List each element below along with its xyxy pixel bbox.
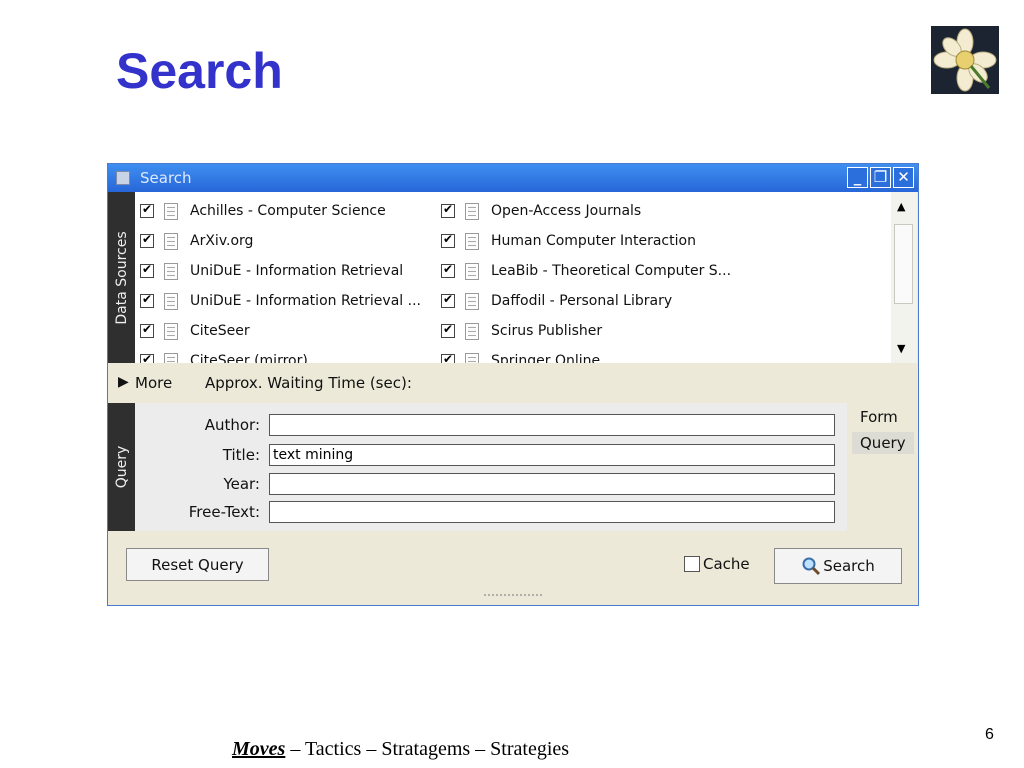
document-icon	[465, 262, 479, 280]
year-field[interactable]	[269, 473, 835, 495]
tab-form[interactable]: Form	[852, 406, 906, 428]
checkbox-icon[interactable]	[441, 352, 455, 363]
magnifier-icon	[802, 557, 821, 576]
document-icon	[164, 202, 178, 220]
data-source-item[interactable]: Daffodil - Personal Library	[441, 289, 672, 313]
footer-rest: – Tactics – Stratagems – Strategies	[285, 738, 570, 760]
author-label: Author:	[204, 416, 260, 434]
cache-checkbox[interactable]	[684, 556, 700, 572]
reset-query-button[interactable]: Reset Query	[126, 548, 269, 581]
data-source-item[interactable]: Open-Access Journals	[441, 199, 641, 223]
resize-grip[interactable]	[484, 594, 542, 599]
data-sources-sidebar: Data Sources	[108, 192, 135, 363]
data-source-label: LeaBib - Theoretical Computer S...	[491, 263, 732, 279]
data-source-label: UniDuE - Information Retrieval	[190, 263, 404, 279]
free-text-field[interactable]	[269, 501, 835, 523]
search-button[interactable]: Search	[774, 548, 902, 584]
data-source-label: Springer Online	[491, 353, 601, 363]
data-source-label: CiteSeer (mirror)	[190, 353, 308, 363]
title-label: Title:	[222, 446, 260, 464]
footer: Moves – Tactics – Stratagems – Strategie…	[232, 738, 569, 761]
data-sources-label: Data Sources	[113, 230, 130, 325]
year-label: Year:	[223, 475, 260, 493]
data-source-item[interactable]: UniDuE - Information Retrieval ...	[140, 289, 421, 313]
checkbox-icon[interactable]	[140, 352, 154, 363]
data-source-item[interactable]: CiteSeer	[140, 319, 250, 343]
document-icon	[465, 322, 479, 340]
data-sources-list: Achilles - Computer Science ArXiv.org UniD…	[135, 192, 891, 363]
data-source-label: Daffodil - Personal Library	[491, 293, 673, 309]
query-form: Author: Title: Year: Free-Text:	[135, 403, 847, 531]
checkbox-icon[interactable]	[441, 292, 455, 308]
checkbox-icon[interactable]	[140, 322, 154, 338]
minimize-button[interactable]: _	[847, 167, 868, 188]
document-icon	[164, 322, 178, 340]
more-bar: ▶ More Approx. Waiting Time (sec):	[108, 363, 918, 403]
checkbox-icon[interactable]	[441, 262, 455, 278]
checkbox-icon[interactable]	[140, 202, 154, 218]
window-title: Search	[140, 169, 192, 187]
checkbox-icon[interactable]	[441, 232, 455, 248]
document-icon	[465, 232, 479, 250]
document-icon	[164, 352, 178, 363]
window-titlebar[interactable]: Search _ ❐ ✕	[108, 164, 918, 192]
checkbox-icon[interactable]	[140, 292, 154, 308]
waiting-time-label: Approx. Waiting Time (sec):	[205, 374, 412, 392]
more-toggle[interactable]: More	[135, 374, 172, 392]
document-icon	[164, 232, 178, 250]
data-source-item[interactable]: CiteSeer (mirror)	[140, 349, 308, 363]
scroll-up-icon[interactable]: ▲	[897, 200, 905, 213]
query-sidebar: Query	[108, 403, 135, 531]
search-window: Search _ ❐ ✕ Data Sources Achilles - Com…	[107, 163, 919, 606]
checkbox-icon[interactable]	[441, 202, 455, 218]
data-source-item[interactable]: LeaBib - Theoretical Computer S...	[441, 259, 731, 283]
data-source-item[interactable]: Human Computer Interaction	[441, 229, 696, 253]
data-source-label: Open-Access Journals	[491, 203, 642, 219]
restore-button[interactable]: ❐	[870, 167, 891, 188]
data-source-label: CiteSeer	[190, 323, 250, 339]
expand-triangle-icon[interactable]: ▶	[118, 374, 129, 390]
data-source-label: ArXiv.org	[190, 233, 254, 249]
cache-toggle[interactable]: Cache	[684, 555, 750, 573]
checkbox-icon[interactable]	[441, 322, 455, 338]
document-icon	[465, 352, 479, 363]
data-source-item[interactable]: ArXiv.org	[140, 229, 253, 253]
scroll-thumb[interactable]	[894, 224, 913, 304]
title-field[interactable]	[269, 444, 835, 466]
page-number: 6	[985, 726, 994, 743]
tab-query[interactable]: Query	[852, 432, 914, 454]
checkbox-icon[interactable]	[140, 232, 154, 248]
data-source-label: UniDuE - Information Retrieval ...	[190, 293, 421, 309]
scroll-down-icon[interactable]: ▼	[897, 342, 905, 355]
sources-scrollbar[interactable]: ▲ ▼	[891, 192, 917, 363]
query-side-label: Query	[113, 445, 130, 489]
data-source-item[interactable]: Springer Online	[441, 349, 600, 363]
daffodil-icon	[933, 28, 997, 92]
data-source-item[interactable]: Achilles - Computer Science	[140, 199, 386, 223]
search-button-label: Search	[823, 557, 875, 575]
cache-label: Cache	[703, 555, 750, 573]
checkbox-icon[interactable]	[140, 262, 154, 278]
document-icon	[465, 292, 479, 310]
free-text-label: Free-Text:	[188, 503, 260, 521]
document-icon	[164, 262, 178, 280]
document-icon	[465, 202, 479, 220]
close-button[interactable]: ✕	[893, 167, 914, 188]
document-icon	[164, 292, 178, 310]
data-source-label: Human Computer Interaction	[491, 233, 696, 249]
page-title: Search	[116, 43, 283, 99]
data-source-label: Scirus Publisher	[491, 323, 603, 339]
data-source-item[interactable]: Scirus Publisher	[441, 319, 602, 343]
data-source-label: Achilles - Computer Science	[190, 203, 386, 219]
window-icon	[116, 171, 130, 185]
data-source-item[interactable]: UniDuE - Information Retrieval	[140, 259, 403, 283]
footer-moves[interactable]: Moves	[232, 738, 285, 760]
daffodil-logo	[931, 26, 999, 94]
author-field[interactable]	[269, 414, 835, 436]
